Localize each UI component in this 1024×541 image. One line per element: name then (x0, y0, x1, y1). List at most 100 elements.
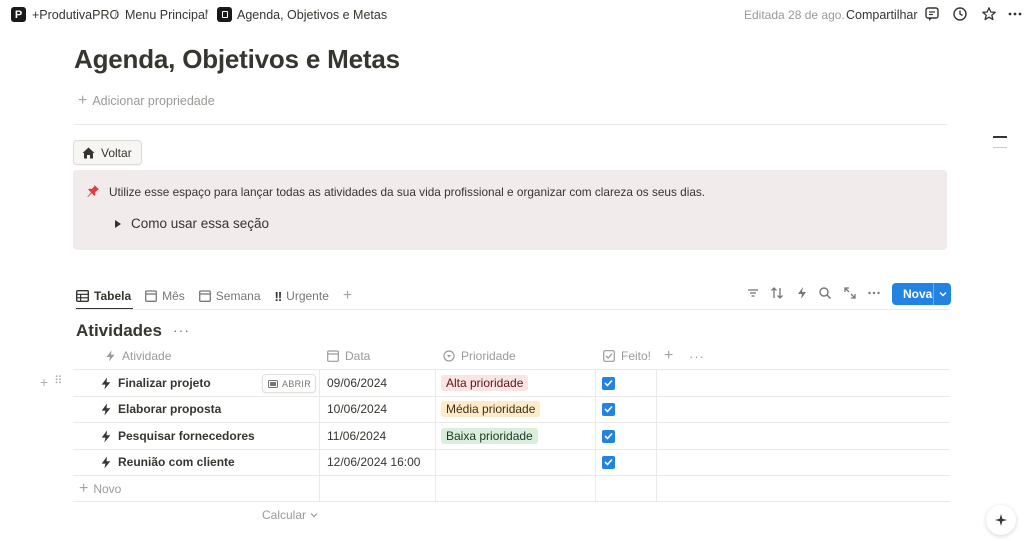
activity-name: Reunião com cliente (118, 455, 235, 469)
priority-cell[interactable]: Alta prioridade (441, 370, 529, 396)
checkbox-icon (603, 350, 615, 362)
history-icon[interactable] (952, 6, 968, 22)
divider (74, 124, 948, 125)
done-cell[interactable] (602, 370, 615, 396)
ai-assistant-button[interactable] (986, 505, 1016, 535)
bolt-icon (101, 403, 111, 415)
checkbox-checked[interactable] (602, 376, 615, 390)
new-button[interactable]: Nova (892, 283, 951, 305)
share-button[interactable]: Compartilhar (846, 8, 918, 22)
column-more-icon[interactable]: ··· (689, 343, 705, 369)
activity-name-cell[interactable]: Finalizar projeto (100, 370, 211, 396)
new-button-label: Nova (903, 287, 933, 301)
back-button[interactable]: Voltar (73, 140, 142, 165)
priority-cell[interactable]: Média prioridade (441, 396, 541, 422)
new-row-label: Novo (93, 482, 122, 496)
workspace-logo-icon[interactable]: P (11, 7, 26, 22)
column-header-data[interactable]: Data (327, 343, 370, 369)
checkbox-checked[interactable] (602, 455, 615, 469)
callout: Utilize esse espaço para lançar todas as… (73, 170, 947, 250)
pushpin-icon (87, 185, 99, 197)
plus-icon: + (79, 480, 89, 497)
database-more-icon[interactable]: ··· (173, 322, 190, 338)
done-cell[interactable] (602, 449, 615, 475)
activity-name-cell[interactable]: Reunião com cliente (100, 449, 235, 475)
database-title[interactable]: Atividades (76, 321, 162, 341)
breadcrumb-menu-principal[interactable]: Menu Principal (125, 8, 208, 22)
calendar-icon (327, 350, 339, 362)
date-cell[interactable]: 11/06/2024 (327, 423, 386, 449)
search-icon[interactable] (818, 286, 832, 300)
column-header-label: Atividade (122, 349, 172, 363)
page-title[interactable]: Agenda, Objetivos e Metas (74, 44, 400, 75)
add-view-button[interactable]: + (343, 283, 352, 309)
more-icon[interactable] (1007, 6, 1023, 22)
expand-icon[interactable] (843, 286, 857, 300)
priority-cell[interactable]: Baixa prioridade (441, 423, 538, 449)
double-exclamation-icon: !! (274, 288, 283, 304)
column-header-prioridade[interactable]: Prioridade (443, 343, 516, 369)
toggle-triangle-icon[interactable] (115, 219, 121, 228)
priority-tag: Baixa prioridade (441, 428, 538, 444)
open-row-button[interactable]: ABRIR (262, 374, 316, 393)
column-header-feito[interactable]: Feito! (603, 343, 651, 369)
comment-icon[interactable] (924, 6, 940, 22)
done-cell[interactable] (602, 396, 615, 422)
back-button-label: Voltar (101, 145, 132, 160)
date-cell[interactable]: 10/06/2024 (327, 396, 387, 422)
tab-semana[interactable]: Semana (198, 283, 261, 309)
drag-handle-icon[interactable]: ⠿ (54, 374, 62, 390)
column-header-label: Feito! (621, 349, 652, 363)
edited-timestamp: Editada 28 de ago. (744, 8, 845, 22)
divider (74, 309, 950, 310)
chevron-down-icon[interactable] (934, 291, 951, 297)
breadcrumb-separator: / (205, 8, 209, 22)
tab-tabela[interactable]: Tabela (76, 283, 134, 310)
add-column-button[interactable]: + (664, 343, 673, 369)
row-handles[interactable]: + ⠿ (40, 374, 62, 390)
toggle-label: Como usar essa seção (131, 216, 270, 231)
table-row[interactable]: Elaborar proposta 10/06/2024 Média prior… (73, 396, 950, 422)
table-row[interactable]: Reunião com cliente 12/06/2024 16:00 (73, 449, 950, 475)
outline-marker[interactable] (993, 136, 1007, 138)
done-cell[interactable] (602, 423, 615, 449)
select-icon (443, 350, 455, 362)
table-row[interactable]: Finalizar projeto ABRIR 09/06/2024 Alta … (73, 370, 950, 396)
tab-semana-label: Semana (215, 289, 261, 303)
page-icon (217, 7, 232, 22)
automation-bolt-icon[interactable] (795, 286, 809, 300)
breadcrumb-workspace[interactable]: +ProdutivaPRO (32, 8, 119, 22)
bolt-icon (101, 377, 111, 389)
checkbox-checked[interactable] (602, 402, 615, 416)
breadcrumb-current-page[interactable]: Agenda, Objetivos e Metas (237, 8, 387, 22)
how-to-use-toggle[interactable]: Como usar essa seção (115, 216, 269, 231)
top-bar: P +ProdutivaPRO / Menu Principal / Agend… (0, 0, 1024, 30)
tab-mes[interactable]: Mês (145, 283, 185, 309)
calculate-label: Calcular (262, 508, 307, 522)
add-row-plus-icon[interactable]: + (40, 374, 48, 390)
date-cell[interactable]: 12/06/2024 16:00 (327, 449, 420, 475)
column-header-atividade[interactable]: Atividade (105, 343, 171, 369)
filter-icon[interactable] (746, 286, 760, 300)
add-property-button[interactable]: + Adicionar propriedade (78, 93, 215, 109)
tab-mes-label: Mês (162, 289, 185, 303)
tab-urgente[interactable]: !! Urgente (275, 283, 329, 309)
new-row-button[interactable]: + Novo (79, 480, 122, 497)
priority-tag: Média prioridade (441, 401, 541, 417)
row-divider (73, 475, 950, 476)
priority-tag: Alta prioridade (441, 375, 529, 391)
checkbox-checked[interactable] (602, 429, 615, 443)
activity-name-cell[interactable]: Elaborar proposta (100, 396, 221, 422)
activity-name-cell[interactable]: Pesquisar fornecedores (100, 423, 255, 449)
view-tabs: Tabela Mês Semana !! Urgente + (76, 283, 366, 310)
column-header-label: Prioridade (461, 349, 516, 363)
activity-name: Elaborar proposta (118, 402, 222, 416)
star-icon[interactable] (981, 6, 997, 22)
date-cell[interactable]: 09/06/2024 (327, 370, 387, 396)
plus-icon: + (342, 287, 353, 304)
calculate-button[interactable]: Calcular (262, 508, 318, 522)
sort-icon[interactable] (770, 286, 784, 300)
more-icon[interactable] (867, 286, 881, 300)
outline-marker[interactable] (993, 147, 1007, 148)
table-row[interactable]: Pesquisar fornecedores 11/06/2024 Baixa … (73, 423, 950, 449)
